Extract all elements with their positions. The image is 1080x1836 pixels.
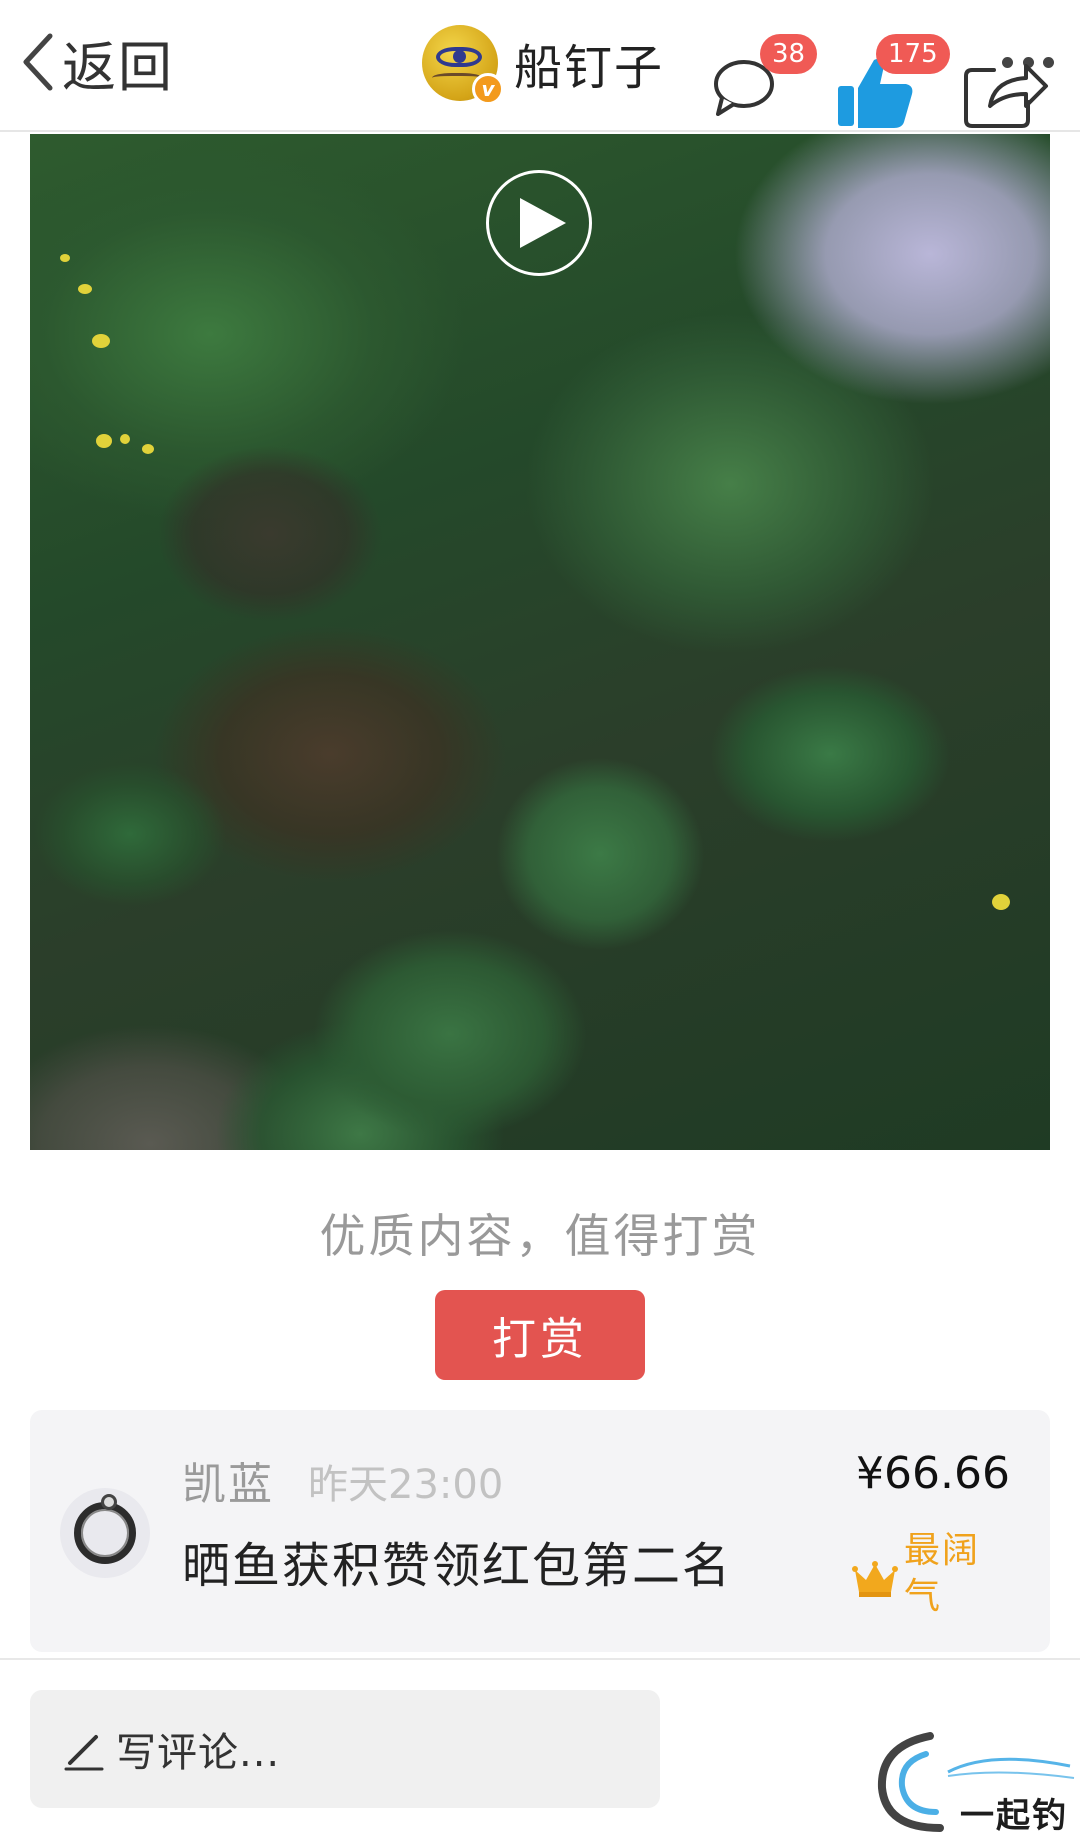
play-button[interactable] xyxy=(486,170,592,276)
video-player[interactable] xyxy=(30,134,1050,1150)
verified-badge-icon: v xyxy=(472,73,504,105)
reward-amount: ¥66.66 xyxy=(856,1448,1010,1499)
crown-icon xyxy=(852,1561,898,1597)
back-button[interactable]: 返回 xyxy=(18,24,174,100)
reward-time: 昨天23:00 xyxy=(308,1462,504,1508)
reward-record-card: 凯蓝 昨天23:00 晒鱼获积赞领红包第二名 ¥66.66 最阔气 xyxy=(30,1410,1050,1652)
play-icon xyxy=(520,198,566,248)
like-count-badge: 175 xyxy=(876,34,950,74)
most-generous-tag: 最阔气 xyxy=(904,1530,981,1617)
comment-input[interactable]: 写评论... xyxy=(30,1690,660,1808)
comment-placeholder: 写评论... xyxy=(116,1730,281,1776)
reward-message: 晒鱼获积赞领红包第二名 xyxy=(182,1538,733,1594)
comment-count-badge: 38 xyxy=(760,34,818,74)
share-button[interactable] xyxy=(960,50,1050,130)
reward-button[interactable]: 打赏 xyxy=(435,1290,645,1380)
watermark-text: 一起钓鱼 xyxy=(960,1796,1068,1836)
share-icon xyxy=(964,64,1048,128)
bottom-action-bar: 写评论... xyxy=(0,1658,1080,1836)
pencil-icon xyxy=(64,1735,104,1771)
rewarder-avatar[interactable] xyxy=(60,1488,150,1578)
rewarder-name[interactable]: 凯蓝 xyxy=(182,1448,274,1512)
back-label: 返回 xyxy=(62,35,174,99)
author-avatar[interactable]: v xyxy=(422,25,504,105)
author-header[interactable]: v 船钉子 xyxy=(422,22,664,105)
ring-icon xyxy=(74,1494,136,1564)
chevron-left-icon xyxy=(23,33,53,91)
author-name[interactable]: 船钉子 xyxy=(514,28,664,98)
reward-prompt: 优质内容，值得打赏 xyxy=(319,1209,761,1263)
